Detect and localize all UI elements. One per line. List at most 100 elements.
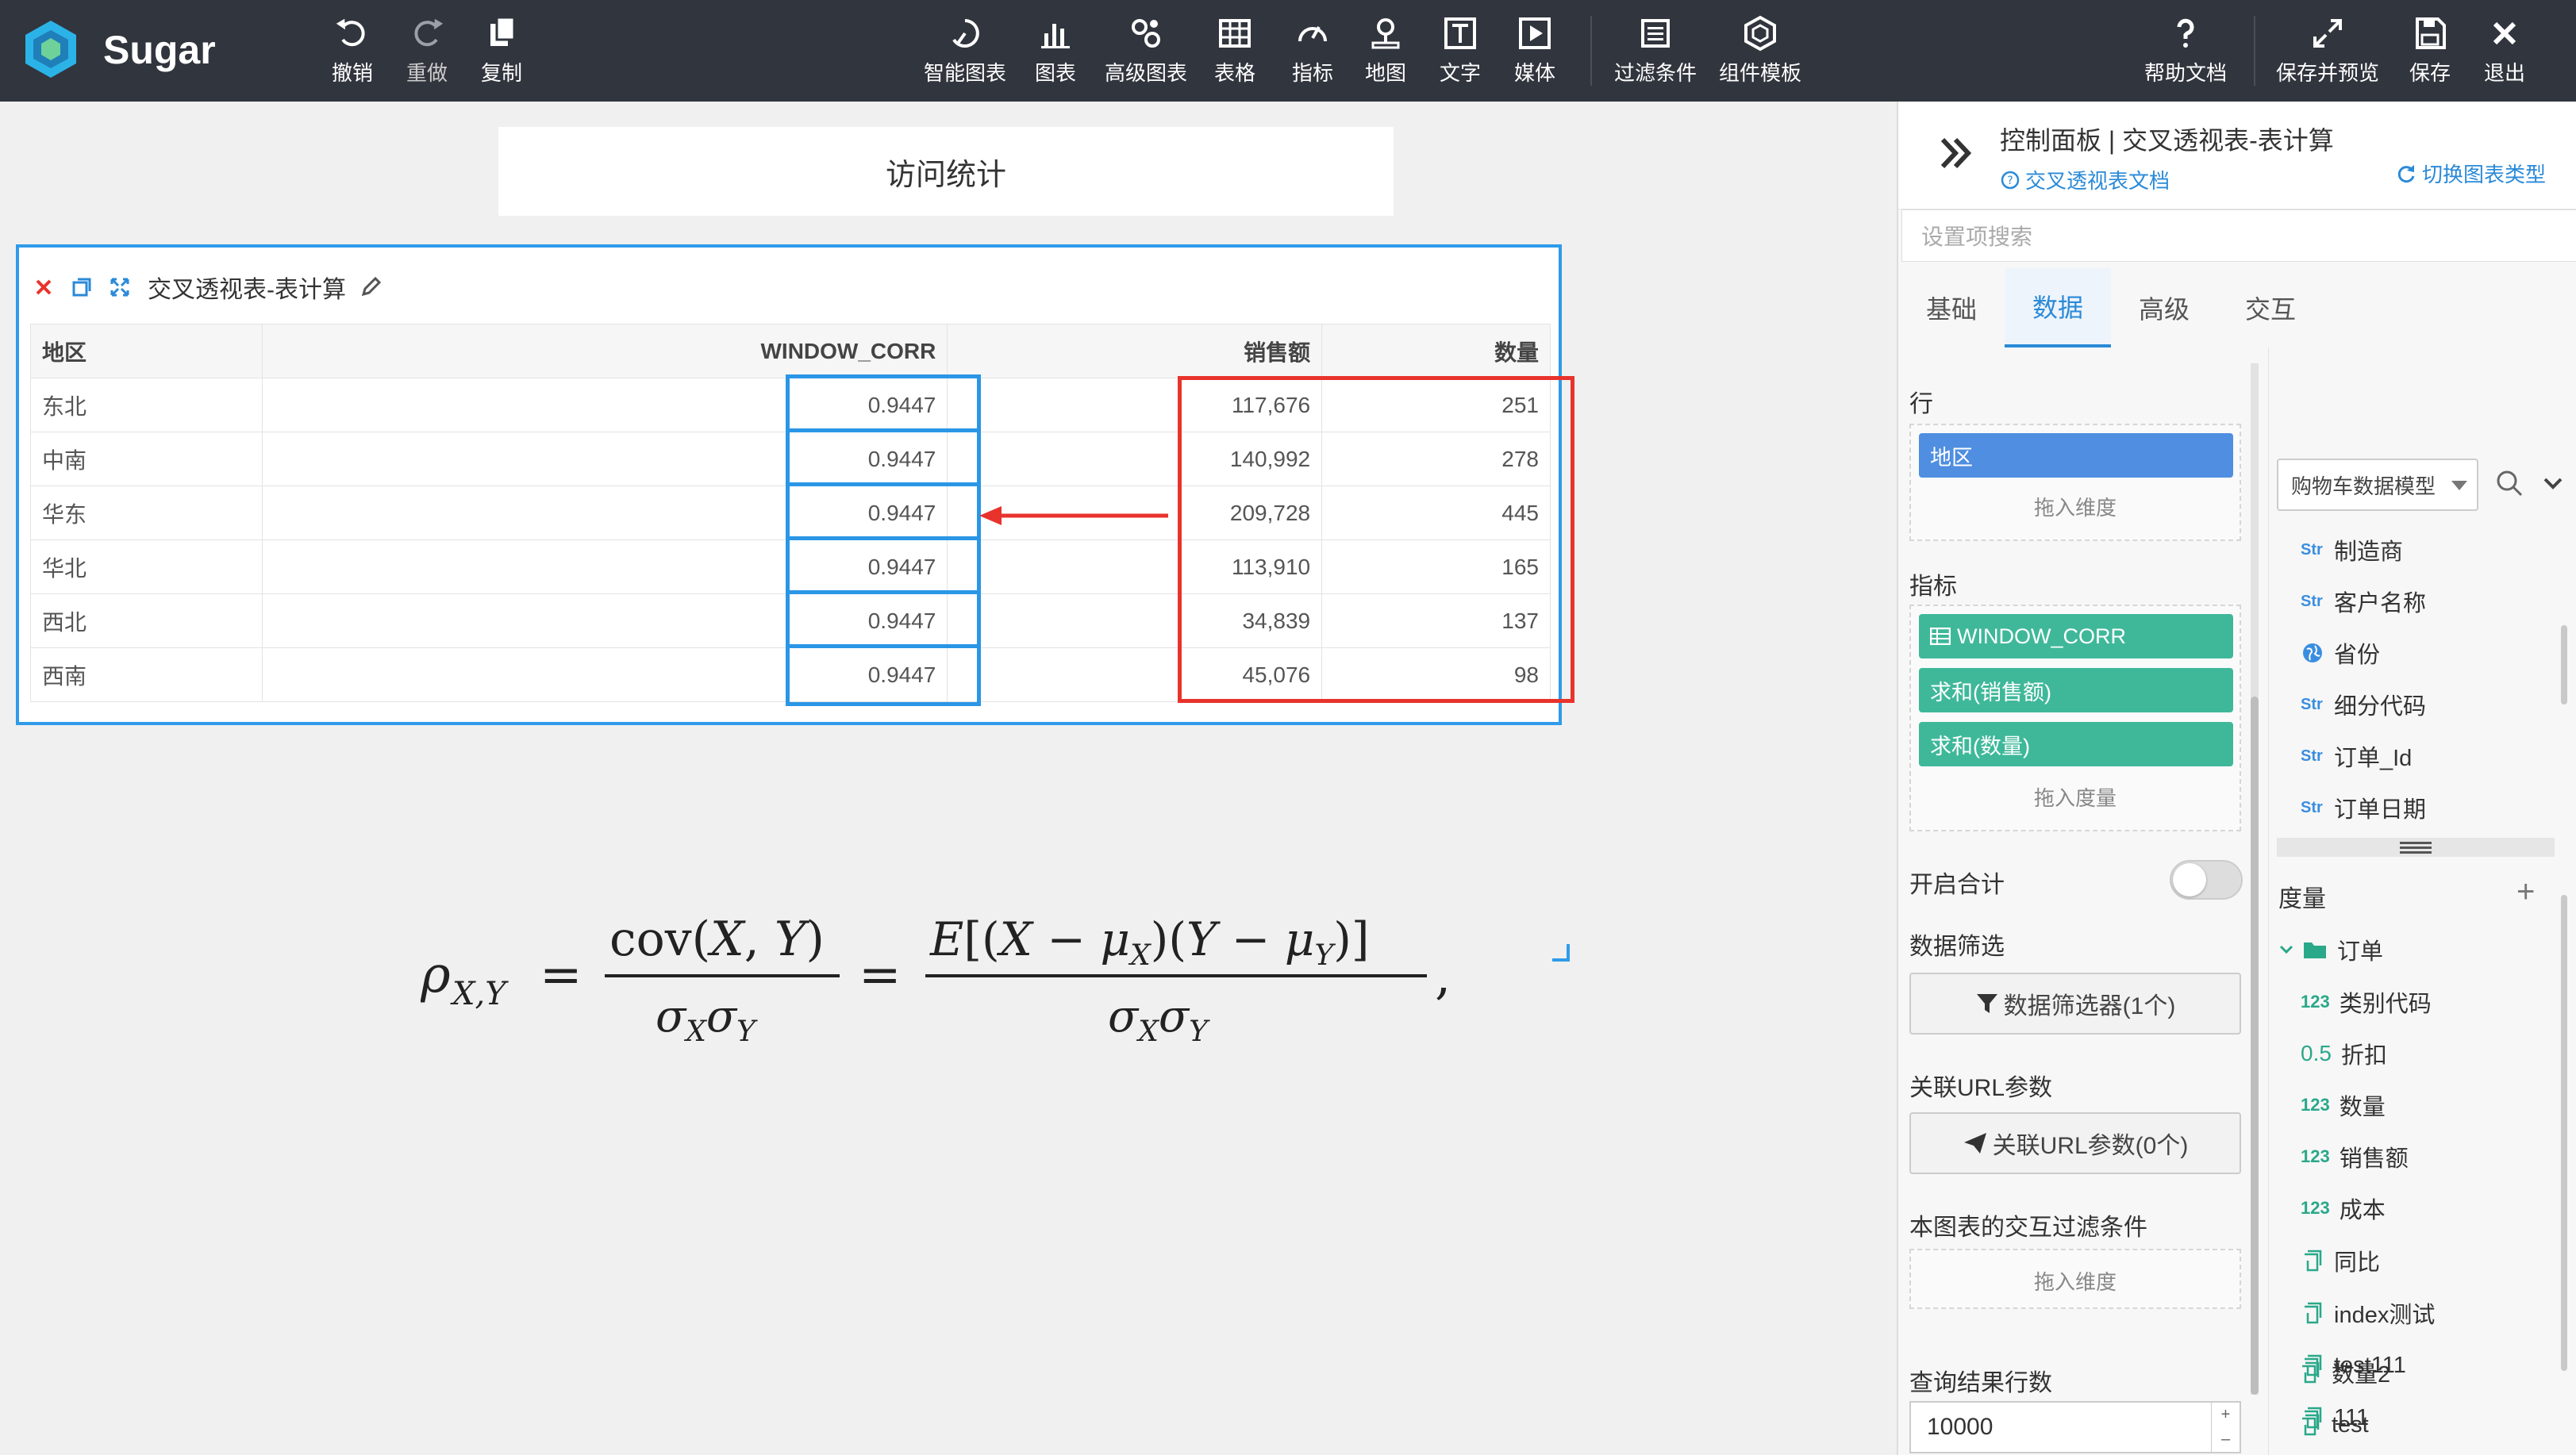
dimension-field[interactable]: Str 客户名称	[2301, 582, 2426, 621]
row-pill-region[interactable]: 地区	[1919, 433, 2233, 478]
advanced-chart-button[interactable]: 高级图表	[1105, 14, 1187, 90]
settings-search-input[interactable]: 设置项搜索	[1901, 209, 2576, 262]
indicator-button[interactable]: 指标	[1292, 14, 1333, 90]
dimension-field[interactable]: Str 订单日期	[2301, 788, 2426, 827]
column-header[interactable]: 销售额	[947, 324, 1323, 378]
url-param-label: 关联URL参数	[1909, 1075, 2053, 1101]
copy-button[interactable]: 复制	[481, 14, 522, 90]
tab-interaction[interactable]: 交互	[2217, 268, 2324, 347]
total-toggle[interactable]	[2170, 860, 2243, 900]
help-doc-button[interactable]: 帮助文档	[2144, 14, 2227, 90]
dimension-field[interactable]: Str 订单_Id	[2301, 736, 2412, 776]
calculated-field-icon	[2302, 1361, 2320, 1384]
measure-field[interactable]: 同比	[2301, 1241, 2380, 1280]
map-pin-icon	[1371, 18, 1400, 49]
column-header[interactable]: WINDOW_CORR	[261, 324, 948, 378]
number-stepper[interactable]: + –	[2211, 1403, 2240, 1452]
svg-text:=: =	[540, 946, 582, 1004]
undo-button[interactable]: 撤销	[332, 14, 373, 90]
fullscreen-widget-icon[interactable]	[106, 274, 133, 301]
measure-field[interactable]: index测试	[2301, 1293, 2435, 1333]
table-header-row: 地区 WINDOW_CORR 销售额 数量	[30, 324, 1551, 378]
chart-button[interactable]: 图表	[1035, 14, 1076, 90]
edit-pencil-icon[interactable]	[357, 274, 384, 301]
string-type-icon: Str	[2301, 695, 2323, 713]
measure-field[interactable]: 123 数量	[2301, 1085, 2386, 1125]
svg-text:σXσY: σXσY	[656, 991, 758, 1047]
tab-advanced[interactable]: 高级	[2111, 268, 2217, 347]
dimension-field[interactable]: Str 制造商	[2301, 530, 2403, 570]
measure-field[interactable]: 123 类别代码	[2301, 982, 2432, 1022]
tab-data[interactable]: 数据	[2005, 268, 2111, 347]
widget-resize-handle[interactable]	[1552, 944, 1570, 962]
panel-tabs: 基础 数据 高级 交互	[1898, 268, 2324, 347]
expand-icon	[2313, 19, 2342, 48]
decimal-type-icon: 0.5	[2301, 1041, 2332, 1065]
integer-type-icon: 123	[2301, 992, 2330, 1012]
exit-button[interactable]: 退出	[2484, 14, 2525, 90]
measure-dropzone[interactable]: WINDOW_CORR 求和(销售额) 求和(数量) 拖入度量	[1909, 605, 2241, 831]
string-type-icon: Str	[2301, 540, 2323, 559]
measure-field[interactable]: 数量2	[2298, 1353, 2390, 1392]
measure-folder[interactable]: 订单	[2278, 933, 2383, 966]
dashboard-title-card[interactable]: 访问统计	[498, 127, 1394, 216]
result-rows-input[interactable]: 10000 + –	[1909, 1401, 2241, 1453]
smart-chart-button[interactable]: 智能图表	[924, 14, 1006, 90]
scrollbar-thumb[interactable]	[2251, 697, 2259, 1395]
widget-toolbar: 交叉透视表-表计算	[30, 271, 384, 303]
interaction-filter-label: 本图表的交互过滤条件	[1909, 1215, 2147, 1241]
decrement-icon[interactable]: –	[2221, 1430, 2230, 1449]
measure-scrollbar[interactable]	[2561, 895, 2567, 1371]
collapse-panel-icon[interactable]	[1936, 133, 1976, 173]
measure-field[interactable]: 123 成本	[2301, 1188, 2386, 1228]
field-list: 购物车数据模型 Str 制造商 Str 客户名称 省份 Str 细分代码 Str 订单_…	[2268, 347, 2576, 1455]
dimension-scrollbar[interactable]	[2561, 625, 2567, 704]
svg-text:?: ?	[2007, 175, 2013, 187]
measures-header: 度量	[2278, 886, 2326, 912]
column-header[interactable]: 数量	[1321, 324, 1551, 378]
redo-button[interactable]: 重做	[406, 14, 448, 90]
data-filter-button[interactable]: 数据筛选器(1个)	[1909, 973, 2241, 1035]
dimension-field[interactable]: Str 细分代码	[2301, 685, 2426, 724]
measure-pill-sum-sales[interactable]: 求和(销售额)	[1919, 668, 2233, 712]
media-button[interactable]: 媒体	[1514, 14, 1555, 90]
map-button[interactable]: 地图	[1365, 14, 1406, 90]
table-cell: 华北	[30, 539, 263, 594]
dimension-field[interactable]: 省份	[2301, 633, 2380, 673]
text-button[interactable]: 文字	[1440, 14, 1481, 90]
row-dimension-dropzone[interactable]: 地区 拖入维度	[1909, 424, 2241, 541]
delete-widget-icon[interactable]	[30, 274, 57, 301]
search-icon[interactable]	[2494, 468, 2526, 500]
interaction-filter-dropzone[interactable]: 拖入维度	[1909, 1249, 2241, 1309]
tab-basic[interactable]: 基础	[1898, 268, 2005, 347]
measure-pill-window-corr[interactable]: WINDOW_CORR	[1919, 614, 2233, 658]
dropdown-caret-icon	[2451, 481, 2467, 490]
save-and-preview-button[interactable]: 保存并预览	[2276, 14, 2379, 90]
measure-field[interactable]: test	[2298, 1405, 2369, 1445]
save-button[interactable]: 保存	[2409, 14, 2451, 90]
text-icon	[1444, 17, 1476, 49]
filter-condition-button[interactable]: 过滤条件	[1614, 14, 1697, 90]
table-button[interactable]: 表格	[1214, 14, 1255, 90]
pivot-doc-link[interactable]: ? 交叉透视表文档	[2000, 165, 2170, 194]
table-cell: 西南	[30, 647, 263, 702]
add-measure-icon[interactable]: +	[2516, 874, 2535, 910]
panel-splitter[interactable]	[2277, 838, 2555, 857]
column-header[interactable]: 地区	[30, 324, 263, 378]
component-template-button[interactable]: 组件模板	[1719, 14, 1801, 90]
highlight-divider	[786, 536, 981, 540]
duplicate-widget-icon[interactable]	[68, 274, 95, 301]
switch-chart-type-link[interactable]: 切换图表类型	[2395, 159, 2546, 188]
integer-type-icon: 123	[2301, 1146, 2330, 1166]
settings-scrollbar[interactable]	[2251, 363, 2259, 1395]
svg-text:X,Y: X,Y	[450, 976, 509, 1012]
measure-field[interactable]: 0.5 折扣	[2301, 1034, 2387, 1073]
data-model-select[interactable]: 购物车数据模型	[2277, 459, 2478, 511]
chevron-down-icon[interactable]	[2542, 474, 2564, 493]
measure-field[interactable]: 123 销售额	[2301, 1137, 2409, 1177]
string-type-icon: Str	[2301, 592, 2323, 610]
url-param-button[interactable]: 关联URL参数(0个)	[1909, 1112, 2241, 1174]
measure-pill-sum-quantity[interactable]: 求和(数量)	[1919, 722, 2233, 766]
increment-icon[interactable]: +	[2221, 1406, 2231, 1424]
highlight-divider	[786, 590, 981, 594]
